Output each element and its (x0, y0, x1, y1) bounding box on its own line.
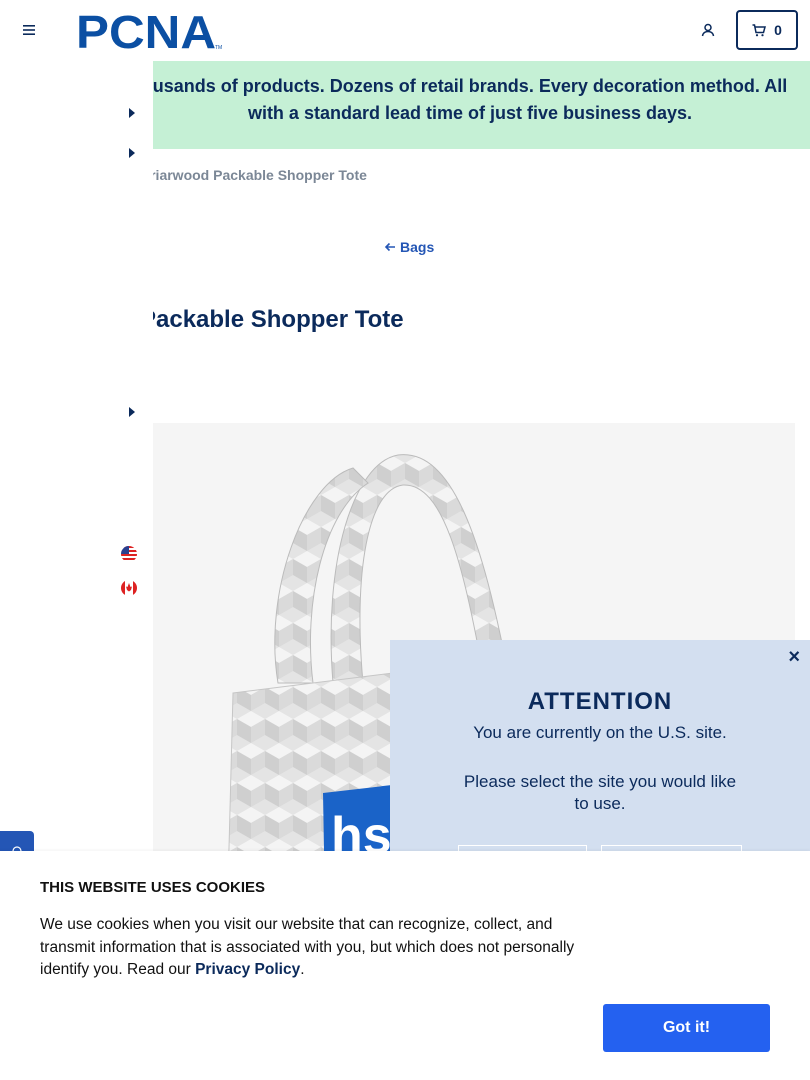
cookie-body-text: We use cookies when you visit our websit… (40, 916, 575, 978)
account-button[interactable] (697, 19, 719, 41)
canada-flag-icon[interactable] (120, 579, 138, 597)
cart-button[interactable]: 0 (736, 10, 798, 50)
back-link-label: Bags (400, 239, 435, 255)
attention-title: ATTENTION (527, 688, 673, 715)
product-title: Packable Shopper Tote (140, 306, 404, 333)
cookie-body-period: . (300, 961, 305, 978)
user-icon (701, 23, 715, 37)
breadcrumb[interactable]: Briarwood Packable Shopper Tote (140, 167, 367, 183)
caret-right-icon (129, 407, 135, 417)
site-header: PCNA TM 0 (0, 0, 810, 61)
logo-trademark: TM (215, 45, 222, 51)
site-selection-modal: × ATTENTION You are currently on the U.S… (390, 640, 810, 885)
cart-icon (752, 23, 767, 36)
menu-button[interactable] (18, 19, 40, 41)
logo-wordmark: PCNA (76, 10, 216, 52)
pcna-logo[interactable]: PCNA TM (76, 6, 226, 58)
caret-right-icon (129, 108, 135, 118)
attention-prompt: Please select the site you would like to… (463, 772, 737, 813)
accept-cookies-button[interactable]: Got it! (603, 1004, 770, 1052)
menu-expand-arrow-1[interactable] (127, 107, 137, 119)
cookie-body: We use cookies when you visit our websit… (40, 914, 600, 982)
cookie-title: THIS WEBSITE USES COOKIES (40, 879, 266, 896)
cookie-banner: THIS WEBSITE USES COOKIES We use cookies… (0, 851, 810, 1080)
cart-count: 0 (774, 22, 782, 38)
privacy-policy-link[interactable]: Privacy Policy (195, 961, 300, 978)
promo-banner-text: usands of products. Dozens of retail bra… (152, 76, 788, 123)
close-icon[interactable]: × (788, 646, 800, 669)
breadcrumb-current: Briarwood Packable Shopper Tote (140, 167, 367, 183)
us-flag-icon[interactable] (120, 545, 138, 563)
arrow-left-icon (384, 242, 395, 252)
menu-icon (23, 25, 35, 35)
menu-expand-arrow-3[interactable] (127, 406, 137, 418)
attention-message: You are currently on the U.S. site. (473, 723, 727, 742)
back-to-category-link[interactable]: Bags (384, 239, 434, 255)
menu-expand-arrow-2[interactable] (127, 147, 137, 159)
page: PCNA TM 0 usands of products. Dozens of … (0, 0, 810, 1080)
caret-right-icon (129, 148, 135, 158)
